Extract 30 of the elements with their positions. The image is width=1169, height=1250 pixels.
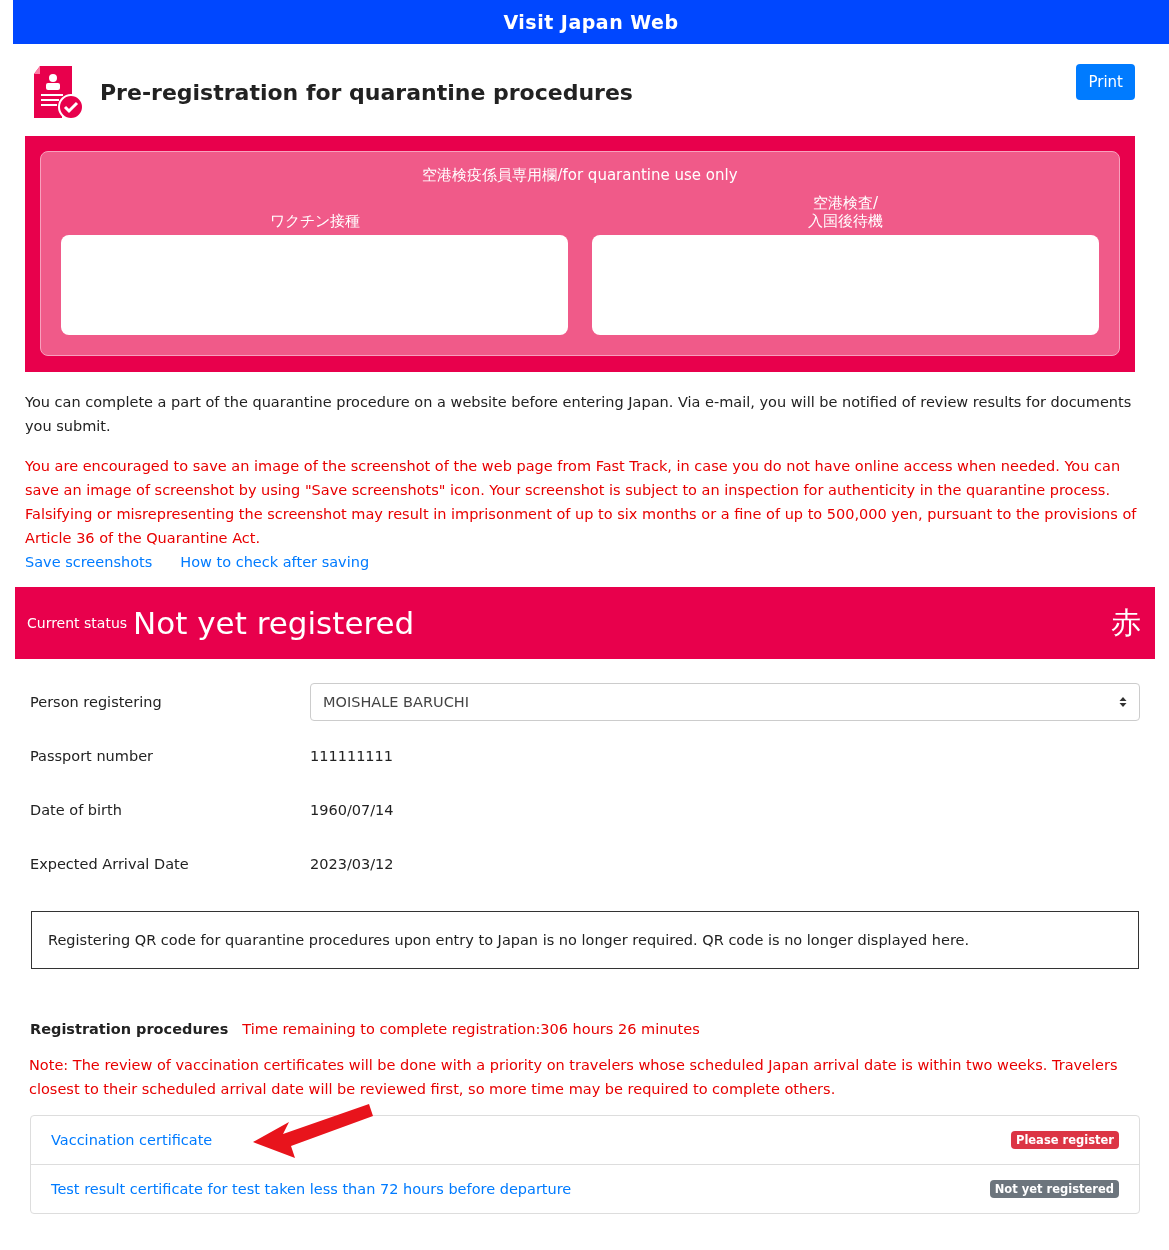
field-label: Expected Arrival Date [30, 856, 190, 872]
notice-text: Registering QR code for quarantine procedures upon entry to Japan is no longer required. QR code is no longer displayed here. [48, 932, 970, 948]
field-label: Passport number [30, 748, 154, 764]
field-value: 1960/07/14 [310, 802, 394, 818]
sort-caret-icon [1119, 696, 1127, 708]
warning-text: You are encouraged to save an image of the screenshot of the web page from Fast Track, in case you do not have online access when needed. You can save an image of screenshot by using "Save screenshots" icon. Your screenshot is subject to an inspection for authenticity in the quarantine process. Falsifying or misrepresenting the screenshot may result in imprisonment of up to six months or a fine of up to 500,000 yen, pursuant to the provisions of Article 36 of the Quarantine Act. [24, 457, 1138, 548]
print-button[interactable]: Print [1076, 64, 1135, 100]
status-label: Current status [27, 615, 128, 631]
panel-title: 空港検疫係員専用欄/for quarantine use only [421, 166, 739, 185]
person-select[interactable]: MOISHALE BARUCHI [310, 683, 1140, 721]
page-title: Pre-registration for quarantine procedures [100, 79, 634, 105]
link[interactable]: How to check after saving [180, 554, 370, 570]
status-badge: Please register [1010, 1131, 1119, 1149]
field-label: Person registering [30, 694, 163, 710]
procedure-link[interactable]: Test result certificate for test taken less than 72 hours before departure [51, 1181, 572, 1197]
field-label: Date of birth [30, 802, 123, 818]
note-text: Note: The review of vaccination certificates will be done with a priority on travelers whose scheduled Japan arrival date is within two weeks. Travelers closest to their scheduled arrival date will be reviewed first, so more time may be required to complete others. [29, 1056, 1119, 1099]
status-value: Not yet registered [133, 605, 416, 641]
section-title: Registration procedures [30, 1021, 229, 1037]
column-label: ワクチン接種 [268, 211, 361, 231]
status-mark: 赤 [1111, 603, 1141, 642]
field-value: 2023/03/12 [310, 856, 394, 872]
column-label: 空港検査/ 入国後待機 [807, 193, 884, 231]
site-title: Visit Japan Web [503, 11, 679, 33]
procedure-link[interactable]: Vaccination certificate [51, 1132, 213, 1148]
field-value: 111111111 [310, 748, 394, 764]
status-badge: Not yet registered [989, 1180, 1119, 1198]
intro-text: You can complete a part of the quarantine procedure on a website before entering Japan. Via e-mail, you will be notified of review results for documents you submit. [24, 393, 1133, 436]
time-remaining: Time remaining to complete registration:306 hours 26 minutes [242, 1021, 700, 1037]
link[interactable]: Save screenshots [25, 554, 153, 570]
